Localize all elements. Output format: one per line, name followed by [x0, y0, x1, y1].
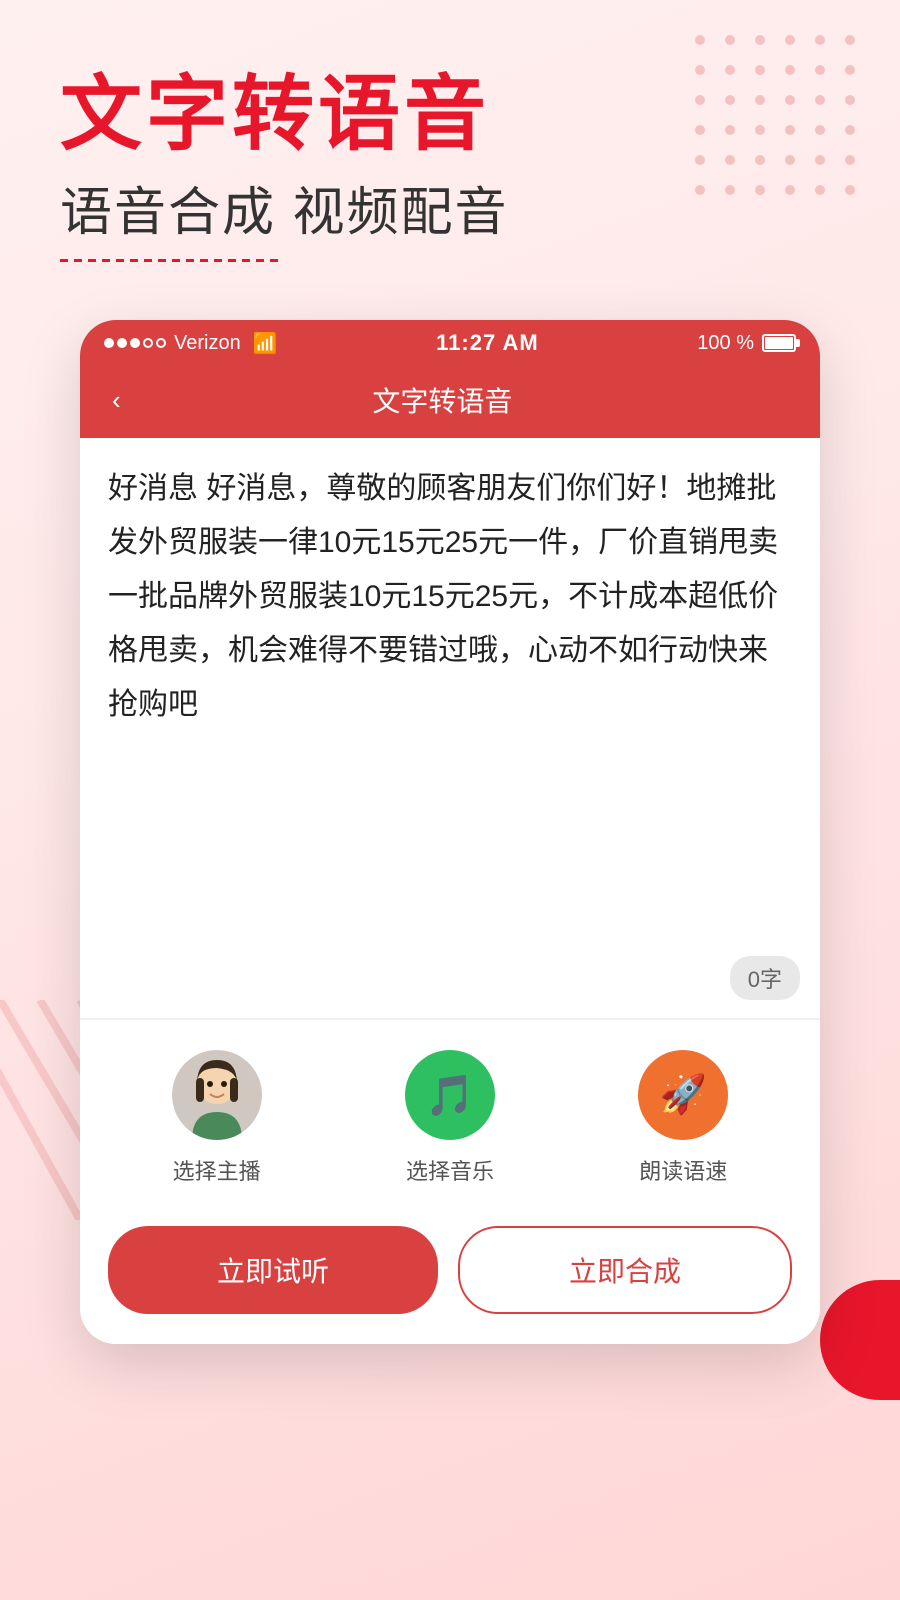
avatar-icon [172, 1050, 262, 1140]
select-host-label: 选择主播 [173, 1154, 261, 1186]
signal-dot-3 [130, 338, 140, 348]
app-header: ‹ 文字转语音 [80, 366, 820, 438]
synthesize-button[interactable]: 立即合成 [458, 1226, 792, 1314]
battery-percent: 100 % [697, 332, 754, 355]
hero-subtitle: 语音合成 视频配音 [60, 170, 840, 245]
signal-dots [104, 338, 166, 348]
select-music-label: 选择音乐 [406, 1154, 494, 1186]
music-icon: 🎵 [425, 1072, 475, 1119]
deco-red-shape [820, 1280, 900, 1400]
hero-underline [60, 259, 280, 262]
select-host-button[interactable]: 选择主播 [172, 1050, 262, 1186]
select-music-button[interactable]: 🎵 选择音乐 [405, 1050, 495, 1186]
rocket-icon-bg: 🚀 [638, 1050, 728, 1140]
reading-speed-button[interactable]: 🚀 朗读语速 [638, 1050, 728, 1186]
status-right: 100 % [697, 332, 796, 355]
battery-fill [765, 337, 793, 349]
app-header-title: 文字转语音 [129, 380, 756, 420]
status-bar: Verizon 📶 11:27 AM 100 % [80, 320, 820, 366]
back-button[interactable]: ‹ [104, 381, 129, 420]
signal-dot-4 [143, 338, 153, 348]
text-content[interactable]: 好消息 好消息，尊敬的顾客朋友们你们好！地摊批发外贸服装一律10元15元25元一… [108, 462, 792, 862]
status-time: 11:27 AM [436, 330, 539, 356]
bottom-buttons: 立即试听 立即合成 [80, 1206, 820, 1344]
wifi-icon: 📶 [253, 331, 278, 356]
battery-icon [762, 334, 796, 352]
text-area-section[interactable]: 好消息 好消息，尊敬的顾客朋友们你们好！地摊批发外贸服装一律10元15元25元一… [80, 438, 820, 1018]
reading-speed-label: 朗读语速 [639, 1154, 727, 1186]
carrier-label: Verizon [174, 332, 241, 355]
word-count-badge: 0字 [730, 956, 800, 1000]
signal-dot-5 [156, 338, 166, 348]
hero-section: 文字转语音 语音合成 视频配音 [60, 70, 840, 262]
phone-mockup: Verizon 📶 11:27 AM 100 % ‹ 文字转语音 好消息 好消息… [80, 320, 820, 1344]
hero-title: 文字转语音 [60, 70, 840, 160]
status-left: Verizon 📶 [104, 331, 278, 356]
rocket-icon: 🚀 [660, 1073, 707, 1117]
music-icon-bg: 🎵 [405, 1050, 495, 1140]
listen-button[interactable]: 立即试听 [108, 1226, 438, 1314]
signal-dot-2 [117, 338, 127, 348]
host-avatar [172, 1050, 262, 1140]
signal-dot-1 [104, 338, 114, 348]
controls-section: 选择主播 🎵 选择音乐 🚀 朗读语速 [80, 1020, 820, 1206]
